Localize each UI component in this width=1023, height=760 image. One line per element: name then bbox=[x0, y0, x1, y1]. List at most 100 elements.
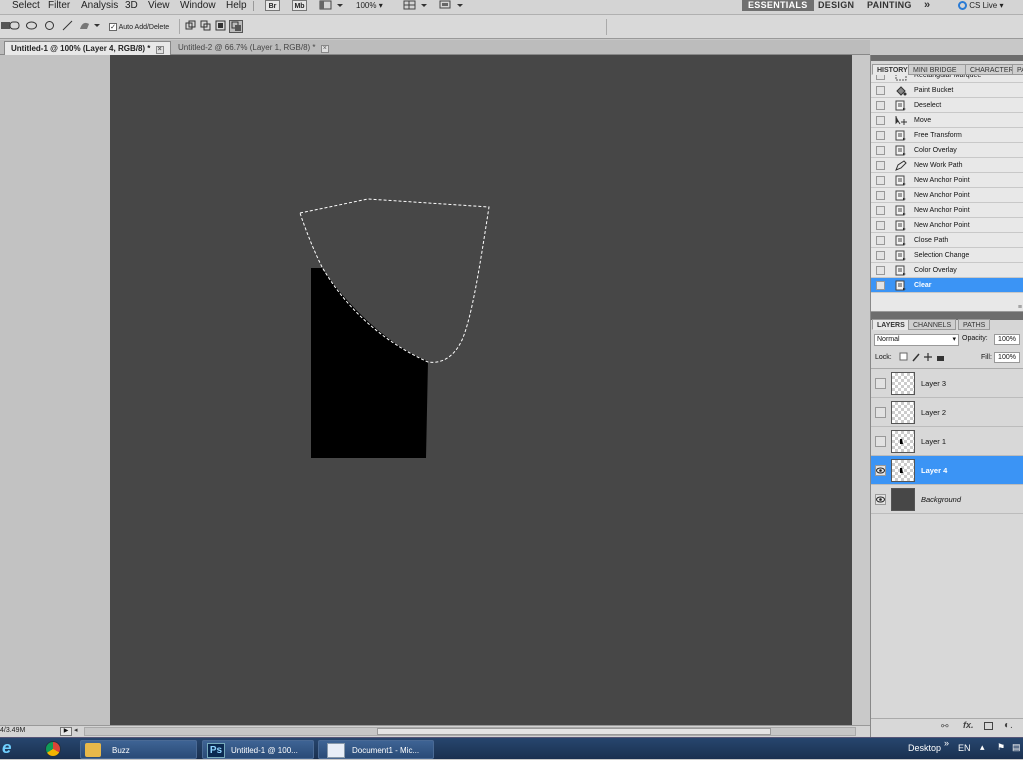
menu-select[interactable]: Select bbox=[12, 0, 40, 12]
eye-icon[interactable] bbox=[875, 494, 886, 505]
taskbar-item-buzz[interactable]: Buzz bbox=[80, 740, 197, 759]
history-item[interactable]: Color Overlay bbox=[871, 263, 1023, 278]
visibility-toggle[interactable] bbox=[875, 378, 886, 389]
lock-all-icon[interactable] bbox=[937, 356, 944, 361]
history-snapshot-checkbox[interactable] bbox=[876, 176, 885, 185]
visibility-toggle[interactable] bbox=[875, 407, 886, 418]
horizontal-scrollbar-thumb[interactable] bbox=[377, 728, 771, 735]
menu-filter[interactable]: Filter bbox=[48, 0, 70, 12]
toolbar-expand-icon[interactable]: » bbox=[944, 738, 949, 748]
action-center-flag-icon[interactable]: ⚑ bbox=[997, 742, 1005, 753]
layer-style-icon[interactable]: fx. bbox=[963, 720, 974, 730]
layer-row[interactable]: Layer 3 bbox=[871, 369, 1023, 398]
history-item[interactable]: Free Transform bbox=[871, 128, 1023, 143]
tab-paths[interactable]: PATHS bbox=[958, 319, 991, 330]
history-snapshot-checkbox[interactable] bbox=[876, 251, 885, 260]
link-layers-icon[interactable]: ⚯ bbox=[941, 721, 949, 732]
history-item[interactable]: New Anchor Point bbox=[871, 173, 1023, 188]
add-mask-icon[interactable] bbox=[984, 722, 993, 730]
intersect-shape-areas-icon[interactable] bbox=[215, 20, 226, 31]
history-snapshot-checkbox[interactable] bbox=[876, 221, 885, 230]
menu-analysis[interactable]: Analysis bbox=[81, 0, 118, 12]
view-extras-dropdown[interactable] bbox=[318, 0, 344, 11]
tab-history[interactable]: HISTORY bbox=[872, 64, 913, 75]
history-item-partial[interactable]: Rectangular Marquee bbox=[871, 75, 1023, 83]
arrange-documents-dropdown[interactable] bbox=[402, 0, 428, 11]
mini-bridge-button[interactable]: Mb bbox=[292, 0, 307, 11]
history-snapshot-checkbox[interactable] bbox=[876, 281, 885, 290]
menu-view[interactable]: View bbox=[148, 0, 170, 12]
ellipse-tool-icon[interactable] bbox=[26, 20, 37, 31]
cs-live-button[interactable]: CS Live ▾ bbox=[958, 0, 1004, 11]
history-list[interactable]: Rectangular Marquee Paint Bucket Deselect… bbox=[871, 75, 1023, 306]
tab-character[interactable]: CHARACTER bbox=[965, 64, 1019, 75]
history-item[interactable]: New Anchor Point bbox=[871, 188, 1023, 203]
history-item[interactable]: New Work Path bbox=[871, 158, 1023, 173]
horizontal-scrollbar[interactable] bbox=[84, 727, 856, 736]
zoom-level-dropdown[interactable]: 100% ▾ bbox=[356, 0, 383, 11]
workspace-design-button[interactable]: DESIGN bbox=[818, 0, 854, 11]
tab-mini-bridge[interactable]: MINI BRIDGE bbox=[908, 64, 966, 75]
tab-paragraph[interactable]: PA bbox=[1012, 64, 1023, 75]
fill-input[interactable]: 100% bbox=[994, 352, 1020, 363]
close-icon[interactable]: × bbox=[155, 46, 164, 54]
auto-add-delete-checkbox[interactable]: ✓ bbox=[109, 23, 117, 32]
more-workspaces-button[interactable]: » bbox=[924, 0, 930, 11]
taskbar-item-word[interactable]: Document1 - Mic... bbox=[318, 740, 434, 759]
layer-row[interactable]: Layer 4 bbox=[871, 456, 1023, 485]
line-tool-icon[interactable] bbox=[62, 20, 73, 31]
language-indicator[interactable]: EN bbox=[958, 743, 971, 753]
document-canvas[interactable] bbox=[110, 55, 852, 725]
history-item[interactable]: New Anchor Point bbox=[871, 203, 1023, 218]
opacity-input[interactable]: 100% bbox=[994, 334, 1020, 345]
history-snapshot-checkbox[interactable] bbox=[876, 266, 885, 275]
close-icon[interactable]: × bbox=[320, 45, 329, 53]
menu-window[interactable]: Window bbox=[180, 0, 216, 12]
history-snapshot-checkbox[interactable] bbox=[876, 75, 885, 80]
status-menu-arrow-icon[interactable]: ▶ bbox=[60, 727, 72, 736]
history-snapshot-checkbox[interactable] bbox=[876, 191, 885, 200]
subtract-from-shape-area-icon[interactable] bbox=[200, 20, 211, 31]
tab-layers[interactable]: LAYERS bbox=[872, 319, 910, 330]
lock-transparent-icon[interactable] bbox=[899, 352, 908, 361]
menu-3d[interactable]: 3D bbox=[125, 0, 138, 12]
adjustment-layer-icon[interactable]: ◐. bbox=[1004, 720, 1013, 731]
history-item[interactable]: Selection Change bbox=[871, 248, 1023, 263]
tab-channels[interactable]: CHANNELS bbox=[908, 319, 957, 330]
menu-help[interactable]: Help bbox=[226, 0, 247, 12]
panel-menu-icon[interactable]: ≡ bbox=[1018, 304, 1022, 311]
show-hidden-icons-icon[interactable]: ▴ bbox=[980, 742, 985, 753]
history-item[interactable]: Move bbox=[871, 113, 1023, 128]
add-to-shape-area-icon[interactable] bbox=[185, 20, 196, 31]
blend-mode-select[interactable]: Normal ▾ bbox=[874, 334, 959, 346]
chrome-icon[interactable] bbox=[45, 741, 61, 757]
scroll-left-arrow-icon[interactable]: ◂ bbox=[74, 726, 78, 736]
history-snapshot-checkbox[interactable] bbox=[876, 101, 885, 110]
internet-explorer-icon[interactable]: e bbox=[2, 738, 22, 759]
history-snapshot-checkbox[interactable] bbox=[876, 236, 885, 245]
eye-icon[interactable] bbox=[875, 465, 886, 476]
workspace-essentials-button[interactable]: ESSENTIALS bbox=[742, 0, 814, 11]
lock-position-icon[interactable] bbox=[924, 353, 932, 361]
history-item[interactable]: Color Overlay bbox=[871, 143, 1023, 158]
history-snapshot-checkbox[interactable] bbox=[876, 86, 885, 95]
custom-shape-dropdown[interactable] bbox=[78, 20, 102, 31]
polygon-tool-icon[interactable] bbox=[44, 20, 55, 31]
lock-image-icon[interactable] bbox=[912, 353, 920, 362]
tab-untitled-1[interactable]: Untitled-1 @ 100% (Layer 4, RGB/8) * × bbox=[4, 41, 171, 55]
layer-row[interactable]: Layer 2 bbox=[871, 398, 1023, 427]
tab-untitled-2[interactable]: Untitled-2 @ 66.7% (Layer 1, RGB/8) * × bbox=[172, 41, 335, 55]
layer-row[interactable]: Background bbox=[871, 485, 1023, 514]
visibility-toggle[interactable] bbox=[875, 436, 886, 447]
history-snapshot-checkbox[interactable] bbox=[876, 116, 885, 125]
history-snapshot-checkbox[interactable] bbox=[876, 161, 885, 170]
network-icon[interactable]: ▤ bbox=[1012, 742, 1021, 753]
history-item[interactable]: Deselect bbox=[871, 98, 1023, 113]
bridge-button[interactable]: Br bbox=[265, 0, 280, 11]
taskbar-item-photoshop[interactable]: Ps Untitled-1 @ 100... bbox=[202, 740, 314, 759]
workspace-painting-button[interactable]: PAINTING bbox=[867, 0, 912, 11]
history-item-selected[interactable]: Clear bbox=[871, 278, 1023, 293]
rounded-rectangle-tool-icon[interactable] bbox=[9, 20, 20, 31]
desktop-toolbar-label[interactable]: Desktop bbox=[908, 743, 941, 753]
exclude-overlapping-shape-areas-icon[interactable] bbox=[229, 20, 243, 33]
